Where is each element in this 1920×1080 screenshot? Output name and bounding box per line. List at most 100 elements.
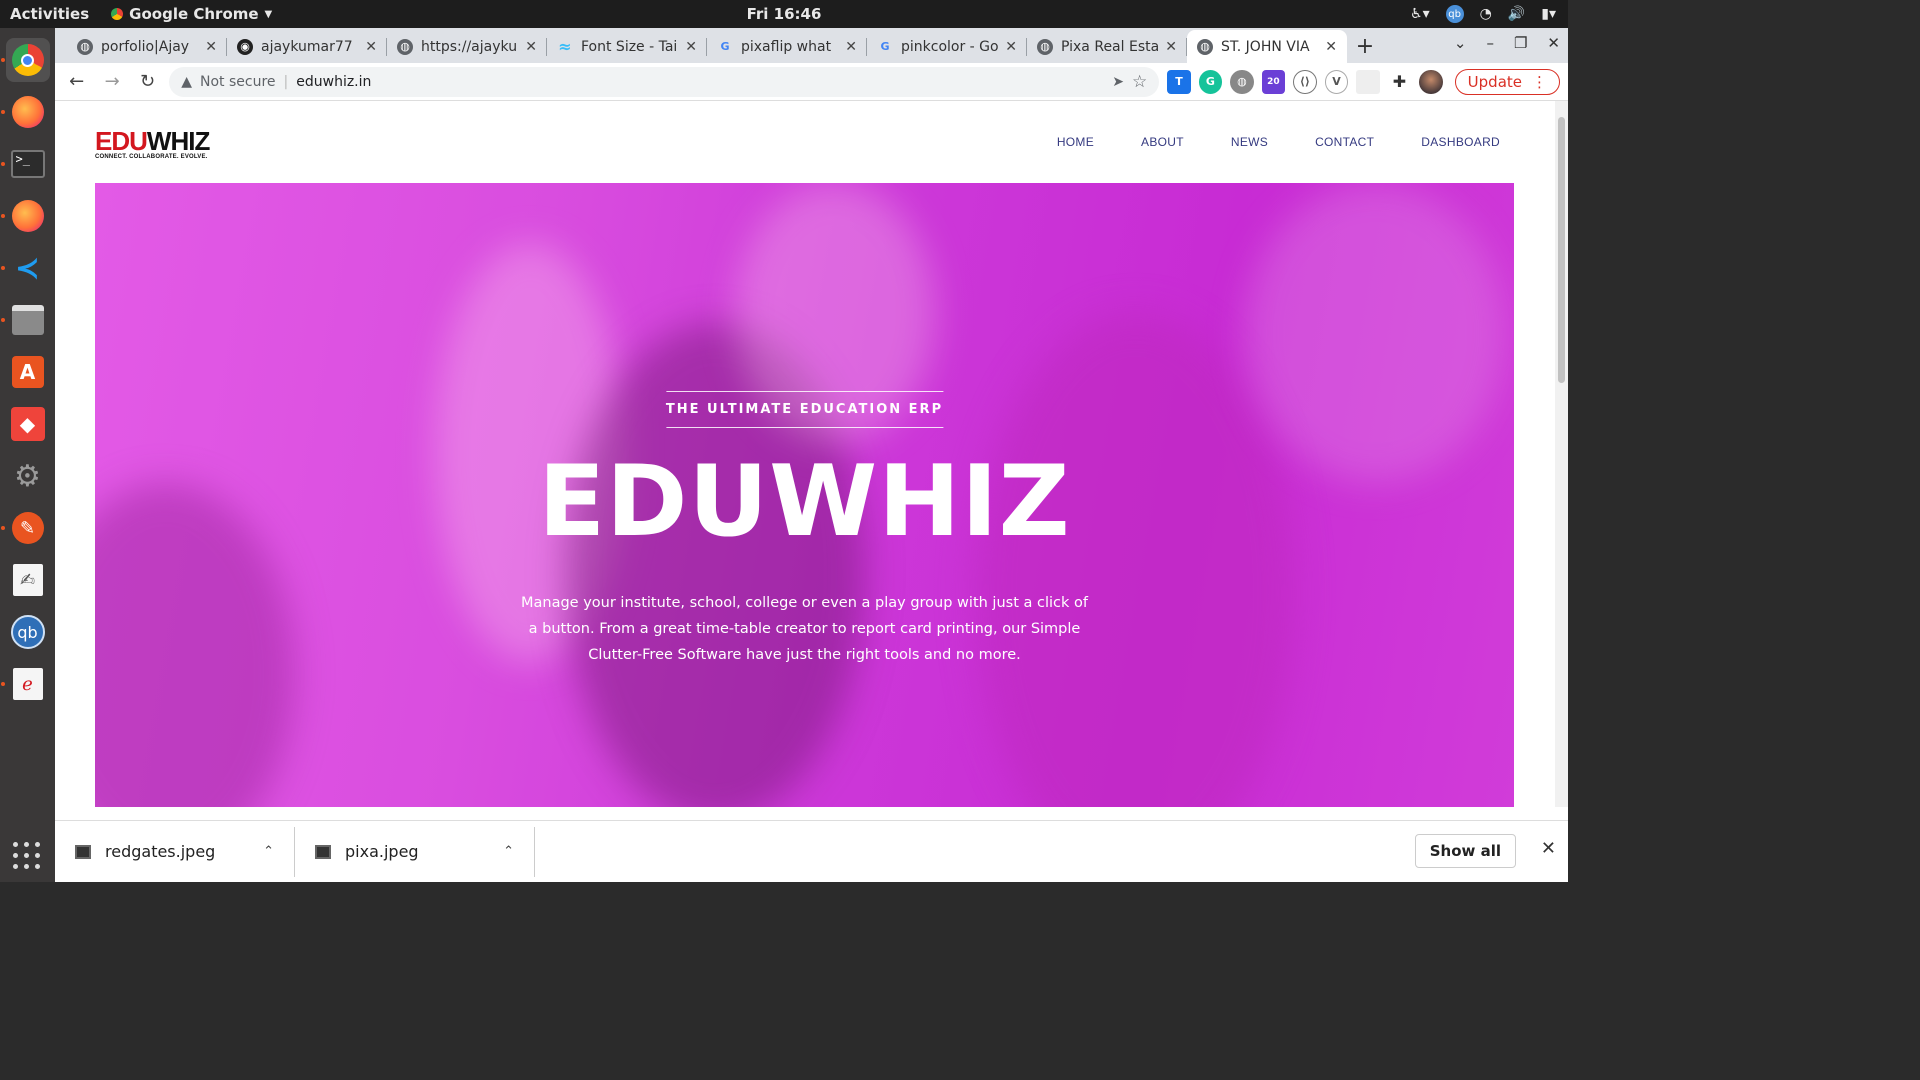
- show-all-button[interactable]: Show all: [1414, 834, 1516, 868]
- accessibility-icon[interactable]: ♿▾: [1410, 6, 1430, 22]
- downloads-bar: redgates.jpeg ⌃ pixa.jpeg ⌃ Show all ✕: [55, 820, 1568, 882]
- nav-about[interactable]: ABOUT: [1141, 135, 1184, 149]
- send-to-device-icon[interactable]: ➤: [1112, 74, 1124, 90]
- tab-0[interactable]: ◍ porfolio|Ajay ✕: [67, 30, 227, 63]
- terminal-icon: >_: [10, 150, 45, 178]
- logo-whiz: WHIZ: [146, 126, 210, 156]
- counter-ext-icon[interactable]: 20: [1261, 69, 1286, 94]
- nav-news[interactable]: NEWS: [1231, 135, 1268, 149]
- blank-ext-icon[interactable]: [1356, 69, 1380, 94]
- clock[interactable]: Fri 16:46: [747, 5, 822, 23]
- logo-tagline: CONNECT. COLLABORATE. EVOLVE.: [95, 154, 208, 160]
- dock-pdf-viewer[interactable]: ℯ: [0, 662, 50, 706]
- kebab-menu-icon: ⋮: [1532, 72, 1547, 91]
- tab-3[interactable]: ≈ Font Size - Tai ✕: [547, 30, 707, 63]
- tab-title: pinkcolor - Go: [901, 38, 999, 55]
- grammarly-icon[interactable]: G: [1198, 69, 1223, 94]
- dock-qbittorrent[interactable]: qb: [6, 610, 50, 654]
- wifi-icon[interactable]: ◔: [1480, 6, 1492, 22]
- download-item[interactable]: pixa.jpeg ⌃: [295, 826, 535, 877]
- tab-search-icon[interactable]: ⌄: [1454, 34, 1467, 52]
- tab-7[interactable]: ◍ ST. JOHN VIA ✕: [1187, 30, 1347, 63]
- close-icon[interactable]: ✕: [1541, 838, 1556, 859]
- restore-icon[interactable]: ❐: [1514, 34, 1527, 52]
- close-icon[interactable]: ✕: [1325, 39, 1337, 55]
- window-close-icon[interactable]: ✕: [1547, 34, 1560, 52]
- tailwind-icon: ≈: [558, 37, 572, 56]
- reload-button[interactable]: ↻: [134, 68, 161, 96]
- tab-1[interactable]: ◉ ajaykumar77 ✕: [227, 30, 387, 63]
- close-icon[interactable]: ✕: [685, 39, 697, 55]
- download-item[interactable]: redgates.jpeg ⌃: [55, 826, 295, 877]
- tab-title: porfolio|Ajay: [101, 38, 190, 55]
- globe-icon: ◍: [397, 38, 413, 55]
- nav-home[interactable]: HOME: [1057, 135, 1094, 149]
- omnibox-separator: |: [283, 73, 289, 90]
- address-bar[interactable]: ▲ Not secure | eduwhiz.in ➤ ☆: [169, 66, 1160, 97]
- app-menu[interactable]: Google Chrome ▼: [111, 5, 272, 23]
- chevron-up-icon[interactable]: ⌃: [503, 844, 514, 859]
- translate-icon[interactable]: T: [1167, 69, 1191, 94]
- dock-text-editor[interactable]: ✍: [6, 558, 50, 602]
- activities-button[interactable]: Activities: [10, 5, 89, 23]
- tab-title: ajaykumar77: [261, 38, 353, 55]
- forward-button[interactable]: →: [98, 68, 125, 96]
- chrome-small-icon: [111, 8, 124, 20]
- page-scrollbar[interactable]: [1555, 101, 1568, 807]
- dock-files[interactable]: [0, 298, 50, 342]
- tab-5[interactable]: G pinkcolor - Go ✕: [867, 30, 1027, 63]
- tab-title: Font Size - Tai: [581, 38, 678, 55]
- tab-6[interactable]: ◍ Pixa Real Esta ✕: [1027, 30, 1187, 63]
- running-indicator: [0, 58, 5, 62]
- volume-icon[interactable]: 🔊: [1508, 6, 1525, 22]
- hero-title: EDUWHIZ: [538, 445, 1071, 559]
- dock-inkscape[interactable]: ✎: [0, 506, 50, 550]
- close-icon[interactable]: ✕: [1005, 39, 1017, 55]
- system-top-bar: Activities Google Chrome ▼ Fri 16:46 ♿▾ …: [0, 0, 1568, 28]
- dock-software[interactable]: A: [6, 350, 50, 394]
- site-logo[interactable]: EDUWHIZ CONNECT. COLLABORATE. EVOLVE.: [95, 126, 210, 160]
- tab-4[interactable]: G pixaflip what ✕: [707, 30, 867, 63]
- new-tab-button[interactable]: +: [1347, 30, 1383, 63]
- tab-2[interactable]: ◍ https://ajayku ✕: [387, 30, 547, 63]
- bookmark-star-icon[interactable]: ☆: [1132, 72, 1147, 92]
- minimize-icon[interactable]: –: [1486, 34, 1494, 52]
- dock-vscode[interactable]: ≺: [0, 246, 50, 290]
- globe-ext-icon[interactable]: ◍: [1230, 69, 1254, 94]
- dock-settings[interactable]: ⚙: [6, 454, 50, 498]
- close-icon[interactable]: ✕: [525, 39, 537, 55]
- tab-title: pixaflip what: [741, 38, 832, 55]
- code-ext-icon[interactable]: ⟨⟩: [1293, 69, 1317, 94]
- document-viewer-icon: ℯ: [12, 668, 43, 700]
- extensions-puzzle-icon[interactable]: ✚: [1388, 70, 1411, 94]
- dock-chrome[interactable]: [0, 38, 50, 82]
- google-icon: G: [880, 40, 890, 53]
- show-applications-button[interactable]: [13, 842, 41, 870]
- nav-contact[interactable]: CONTACT: [1315, 135, 1374, 149]
- google-icon: G: [720, 40, 730, 53]
- dock-firefox[interactable]: [0, 90, 50, 134]
- dock-firefox-dev[interactable]: [0, 194, 50, 238]
- profile-avatar[interactable]: [1419, 69, 1443, 94]
- close-icon[interactable]: ✕: [845, 39, 857, 55]
- close-icon[interactable]: ✕: [1165, 39, 1177, 55]
- battery-icon[interactable]: ▮▾: [1541, 6, 1556, 22]
- nav-dashboard[interactable]: DASHBOARD: [1421, 135, 1500, 149]
- qbittorrent-tray-icon[interactable]: qb: [1445, 5, 1464, 23]
- update-button[interactable]: Update ⋮: [1454, 68, 1560, 95]
- close-icon[interactable]: ✕: [365, 39, 377, 55]
- browser-toolbar: ← → ↻ ▲ Not secure | eduwhiz.in ➤ ☆ T G …: [55, 63, 1568, 101]
- vue-ext-icon[interactable]: V: [1324, 69, 1349, 94]
- security-indicator[interactable]: Not secure: [200, 74, 276, 90]
- dock: >_ ≺ A ◆ ⚙ ✎ ✍ qb ℯ: [0, 28, 55, 882]
- url-text[interactable]: eduwhiz.in: [296, 74, 371, 90]
- firefox-icon: [11, 200, 44, 232]
- dock-terminal[interactable]: >_: [0, 142, 50, 186]
- chevron-up-icon[interactable]: ⌃: [263, 844, 274, 859]
- back-button[interactable]: ←: [63, 68, 90, 96]
- close-icon[interactable]: ✕: [205, 39, 217, 55]
- scrollbar-thumb[interactable]: [1558, 117, 1565, 383]
- image-file-icon: [315, 844, 331, 859]
- dock-anydesk[interactable]: ◆: [6, 402, 50, 446]
- warning-icon: ▲: [181, 73, 192, 90]
